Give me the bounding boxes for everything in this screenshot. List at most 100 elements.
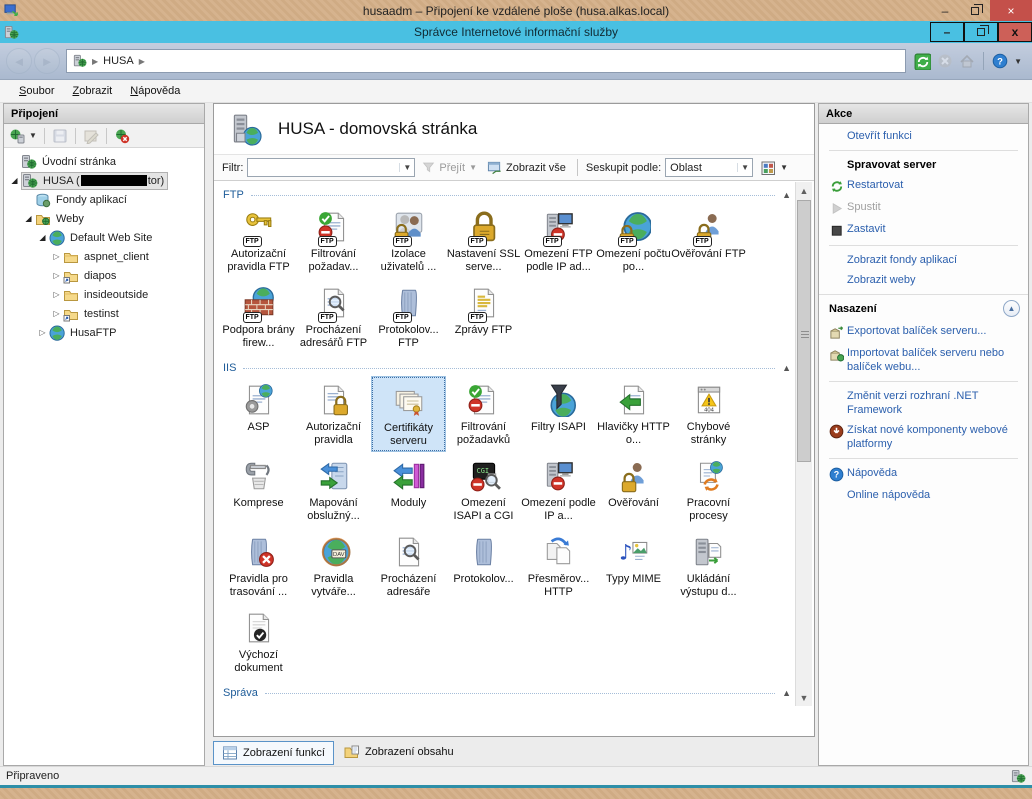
chevron-down-icon[interactable]: ▼	[399, 163, 414, 172]
feature-moduly[interactable]: Moduly	[371, 452, 446, 528]
expanded-icon[interactable]: ◢	[22, 214, 35, 223]
group-by-select[interactable]: Oblast▼	[665, 158, 753, 177]
menu-napoveda[interactable]: Nápověda	[121, 82, 189, 100]
tree-item-uvodni-stranka[interactable]: Úvodní stránka	[4, 152, 204, 171]
feature-pravidla-pro-trasovani[interactable]: Pravidla pro trasování ...	[221, 528, 296, 604]
action-exportovat-balicek-serveru[interactable]: Exportovat balíček serveru...	[819, 321, 1028, 343]
action-zobrazit-fondy-aplikaci[interactable]: Zobrazit fondy aplikací	[819, 250, 1028, 270]
feature-omezeni-poctu-po[interactable]: FTPOmezení počtu po...	[596, 203, 671, 279]
connect-server-icon[interactable]	[9, 128, 25, 144]
feature-presmerov-http[interactable]: Přesměrov... HTTP	[521, 528, 596, 604]
feature-filtry-isapi[interactable]: Filtry ISAPI	[521, 376, 596, 452]
action-zmenit-verzi-rozhrani-net-framework[interactable]: Změnit verzi rozhraní .NET Framework	[819, 386, 1028, 420]
feature-item[interactable]	[596, 701, 671, 706]
rdp-minimize-button[interactable]: –	[930, 0, 960, 21]
tab-zobrazeni-funkci[interactable]: Zobrazení funkcí	[213, 741, 334, 765]
show-all-button[interactable]: Zobrazit vše	[484, 158, 569, 177]
feature-omezeni-podle-ip-a[interactable]: Omezení podle IP a...	[521, 452, 596, 528]
action-zobrazit-weby[interactable]: Zobrazit weby	[819, 270, 1028, 290]
feature-overovani[interactable]: Ověřování	[596, 452, 671, 528]
feature-typy-mime[interactable]: ♪Typy MIME	[596, 528, 671, 604]
tree-item-aspnet-client[interactable]: ▷aspnet_client	[4, 247, 204, 266]
feature-pravidla-vytvare[interactable]: DAVPravidla vytváře...	[296, 528, 371, 604]
action-napoveda[interactable]: ?Nápověda	[819, 463, 1028, 485]
scrollbar-thumb[interactable]	[797, 200, 811, 462]
tree-item-husaftp[interactable]: ▷HusaFTP	[4, 323, 204, 342]
feature-zpravy-ftp[interactable]: FTPZprávy FTP	[446, 279, 521, 355]
tree-item-fondy-aplikaci[interactable]: Fondy aplikací	[4, 190, 204, 209]
rdp-restore-button[interactable]	[960, 0, 990, 21]
expanded-icon[interactable]: ◢	[8, 176, 21, 185]
tree-item-weby[interactable]: ◢Weby	[4, 209, 204, 228]
tree-item-testinst[interactable]: ▷testinst	[4, 304, 204, 323]
filter-input[interactable]: ▼	[247, 158, 415, 177]
tree-selected-node[interactable]: HUSA (tor)	[21, 172, 168, 190]
feature-filtrovani-pozadav[interactable]: FTPFiltrování požadav...	[296, 203, 371, 279]
feature-filtrovani-pozadavku[interactable]: Filtrování požadavků	[446, 376, 521, 452]
feature-item[interactable]	[671, 701, 746, 706]
breadcrumb[interactable]: ▶ HUSA ▶	[66, 49, 906, 73]
collapsed-icon[interactable]: ▷	[50, 271, 63, 280]
feature-item[interactable]	[521, 701, 596, 706]
menu-zobrazit[interactable]: Zobrazit	[63, 82, 121, 100]
chevron-down-icon[interactable]: ▼	[737, 163, 752, 172]
feature-chybove-stranky[interactable]: 404Chybové stránky	[671, 376, 746, 452]
feature-item[interactable]	[446, 701, 521, 706]
feature-izolace-uzivatelu[interactable]: FTPIzolace uživatelů ...	[371, 203, 446, 279]
feature-komprese[interactable]: Komprese	[221, 452, 296, 528]
tree-item-husa[interactable]: ◢HUSA (tor)	[4, 171, 204, 190]
action-ziskat-nove-komponenty-webove-platformy[interactable]: Získat nové komponenty webové platformy	[819, 420, 1028, 454]
action-online-napoveda[interactable]: Online nápověda	[819, 485, 1028, 505]
feature-omezeni-isapi-a-cgi[interactable]: CGIOmezení ISAPI a CGI	[446, 452, 521, 528]
feature-protokolov[interactable]: Protokolov...	[446, 528, 521, 604]
feature-overovani-ftp[interactable]: FTPOvěřování FTP	[671, 203, 746, 279]
section-collapse-icon[interactable]: ▲	[782, 363, 791, 373]
app-minimize-button[interactable]: –	[930, 22, 964, 42]
action-zastavit[interactable]: Zastavit	[819, 219, 1028, 241]
feature-vychozi-dokument[interactable]: Výchozí dokument	[221, 604, 296, 680]
breadcrumb-root[interactable]: HUSA	[103, 55, 134, 67]
menu-soubor[interactable]: Soubor	[10, 82, 63, 100]
feature-nastaveni-ssl-serve[interactable]: FTPNastavení SSL serve...	[446, 203, 521, 279]
collapsed-icon[interactable]: ▷	[50, 290, 63, 299]
feature-item[interactable]	[296, 701, 371, 706]
feature-autorizacni-pravidla[interactable]: Autorizační pravidla	[296, 376, 371, 452]
feature-pracovni-procesy[interactable]: Pracovní procesy	[671, 452, 746, 528]
help-dropdown-icon[interactable]: ▼	[1014, 57, 1022, 66]
tab-zobrazeni-obsahu[interactable]: Zobrazení obsahu	[336, 741, 462, 763]
help-icon[interactable]: ?	[992, 53, 1008, 69]
feature-mapovani-obsluzny[interactable]: Mapování obslužný...	[296, 452, 371, 528]
feature-podpora-brany-firew[interactable]: FTPPodpora brány firew...	[221, 279, 296, 355]
tree-item-default-web-site[interactable]: ◢Default Web Site	[4, 228, 204, 247]
back-icon[interactable]: ◄	[6, 48, 32, 74]
vertical-scrollbar[interactable]: ▲ ▼	[795, 182, 812, 706]
scroll-up-icon[interactable]: ▲	[796, 182, 812, 199]
rdp-close-button[interactable]: ×	[990, 0, 1032, 21]
disconnect-icon[interactable]	[114, 128, 130, 144]
chevron-right-icon[interactable]: ▶	[139, 57, 145, 66]
feature-prochazeni-adresaru-ftp[interactable]: FTPProcházení adresářů FTP	[296, 279, 371, 355]
feature-certifikaty-serveru[interactable]: Certifikáty serveru	[371, 376, 446, 452]
feature-protokolov-ftp[interactable]: FTPProtokolov... FTP	[371, 279, 446, 355]
app-restore-button[interactable]	[964, 22, 998, 42]
forward-icon[interactable]: ►	[34, 48, 60, 74]
section-collapse-icon[interactable]: ▲	[782, 190, 791, 200]
action-restartovat[interactable]: Restartovat	[819, 175, 1028, 197]
feature-item[interactable]	[221, 701, 296, 706]
action-otevrit-funkci[interactable]: Otevřít funkci	[819, 126, 1028, 146]
feature-autorizacni-pravidla-ftp[interactable]: FTPAutorizační pravidla FTP	[221, 203, 296, 279]
app-close-button[interactable]: x	[998, 22, 1032, 42]
collapsed-icon[interactable]: ▷	[50, 252, 63, 261]
feature-prochazeni-adresare[interactable]: Procházení adresáře	[371, 528, 446, 604]
feature-hlavicky-http-o[interactable]: Hlavičky HTTP o...	[596, 376, 671, 452]
collapse-icon[interactable]: ▲	[1003, 300, 1020, 317]
scroll-down-icon[interactable]: ▼	[796, 689, 812, 706]
section-collapse-icon[interactable]: ▲	[782, 688, 791, 698]
view-mode-button[interactable]: ▼	[757, 158, 791, 178]
collapsed-icon[interactable]: ▷	[50, 309, 63, 318]
tree-item-insideoutside[interactable]: ▷insideoutside	[4, 285, 204, 304]
action-importovat-balicek-serveru-nebo-balicek-webu[interactable]: Importovat balíček serveru nebo balíček …	[819, 343, 1028, 377]
feature-omezeni-ftp-podle-ip-ad[interactable]: FTPOmezení FTP podle IP ad...	[521, 203, 596, 279]
expanded-icon[interactable]: ◢	[36, 233, 49, 242]
feature-ukladani-vystupu-d[interactable]: Ukládání výstupu d...	[671, 528, 746, 604]
